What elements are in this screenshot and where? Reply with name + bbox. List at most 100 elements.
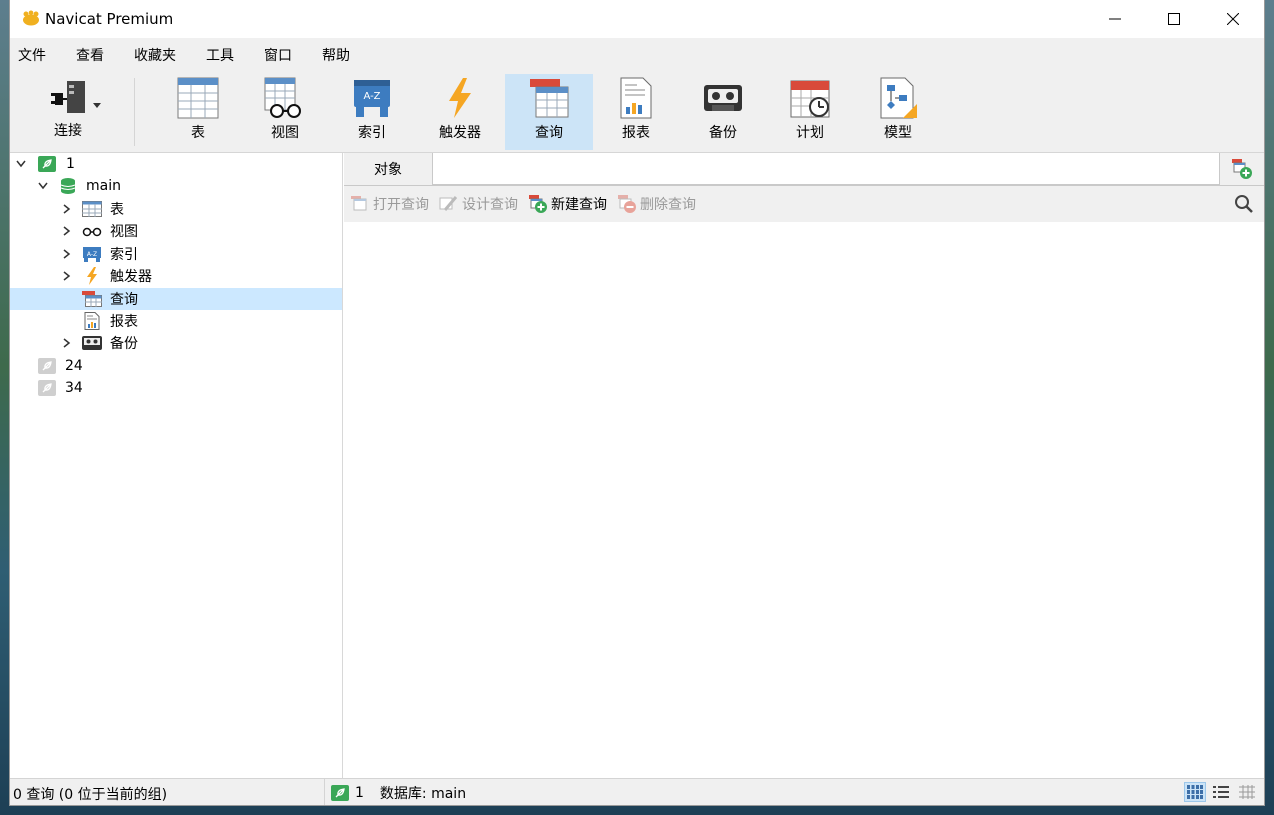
plug-icon — [51, 81, 101, 113]
object-pane: 对象 打开查询 设计查询 新建查询 删除查询 — [344, 153, 1264, 778]
schedule-calendar-icon — [790, 80, 830, 118]
open-query-button[interactable]: 打开查询 — [350, 194, 429, 214]
close-button[interactable] — [1204, 0, 1262, 38]
trigger-lightning-icon — [87, 267, 97, 285]
tree-database-main[interactable]: main — [36, 175, 121, 197]
table-icon — [177, 77, 219, 119]
close-icon — [1227, 13, 1239, 25]
view-glasses-icon — [264, 77, 301, 118]
toolbar-index-button[interactable]: A-Z 索引 — [329, 74, 415, 150]
object-list-area[interactable] — [344, 222, 1264, 778]
minimize-button[interactable] — [1086, 0, 1144, 38]
tree-item-triggers[interactable]: 触发器 — [60, 265, 152, 287]
navigation-pane: 1 main 表 视图 A-Z 索引 触发器 查询 报表 备份 24 34 — [10, 153, 343, 778]
search-button[interactable] — [1234, 194, 1254, 218]
maximize-button[interactable] — [1145, 0, 1203, 38]
menu-file[interactable]: 文件 — [18, 45, 63, 65]
tree-connection-1-label: 1 — [66, 156, 75, 172]
connect-button[interactable]: 连接 — [18, 74, 118, 150]
delete-query-button[interactable]: 删除查询 — [617, 194, 696, 214]
list-view-button[interactable] — [1210, 782, 1232, 802]
delete-query-label: 删除查询 — [640, 197, 696, 213]
delete-query-icon — [618, 195, 636, 213]
chevron-right-icon[interactable] — [60, 224, 74, 238]
navicat-window: Navicat Premium 文件 查看 收藏夹 工具 窗口 帮助 连接 表 … — [10, 0, 1264, 805]
tree-item-label: 表 — [110, 202, 124, 218]
menu-tools[interactable]: 工具 — [206, 45, 251, 65]
window-title: Navicat Premium — [45, 10, 174, 28]
status-bar: 0 查询 (0 位于当前的组) 1 数据库: main — [10, 778, 1264, 805]
toolbar-table-button[interactable]: 表 — [155, 74, 241, 150]
status-connection-name: 1 — [355, 784, 364, 801]
grid-view-button[interactable] — [1184, 782, 1206, 802]
design-query-button[interactable]: 设计查询 — [439, 194, 518, 214]
tree-connection-34[interactable]: 34 — [38, 377, 83, 399]
index-az-icon: A-Z — [354, 80, 390, 117]
tab-bar: 对象 — [344, 153, 1264, 186]
toolbar-trigger-button[interactable]: 触发器 — [417, 74, 503, 150]
status-database: 数据库: main — [379, 785, 467, 802]
chevron-right-icon[interactable] — [60, 247, 74, 261]
connect-label: 连接 — [54, 123, 82, 139]
tree-item-reports[interactable]: 报表 — [82, 310, 138, 332]
tree-item-views[interactable]: 视图 — [60, 220, 138, 242]
object-toolbar: 打开查询 设计查询 新建查询 删除查询 — [344, 186, 1264, 222]
view-glasses-icon — [82, 227, 102, 237]
toolbar-model-label: 模型 — [884, 125, 912, 141]
toolbar-schedule-button[interactable]: 计划 — [767, 74, 853, 150]
minimize-icon — [1109, 18, 1121, 20]
tree-connection-24[interactable]: 24 — [38, 355, 83, 377]
open-query-icon — [351, 196, 367, 211]
menu-view[interactable]: 查看 — [76, 45, 121, 65]
chevron-right-icon[interactable] — [60, 336, 74, 350]
maximize-icon — [1168, 13, 1180, 25]
tree-item-label: 查询 — [110, 292, 138, 308]
detail-view-button[interactable] — [1236, 782, 1258, 802]
toolbar-query-label: 查询 — [535, 125, 563, 141]
chevron-right-icon[interactable] — [60, 269, 74, 283]
design-query-icon — [439, 196, 458, 211]
sqlite-connection-icon — [38, 380, 56, 396]
toolbar-model-button[interactable]: 模型 — [855, 74, 941, 150]
chevron-right-icon[interactable] — [60, 202, 74, 216]
model-diagram-icon — [880, 77, 917, 119]
tree-item-label: 备份 — [110, 336, 138, 352]
menu-favorites[interactable]: 收藏夹 — [134, 45, 193, 65]
menu-bar: 文件 查看 收藏夹 工具 窗口 帮助 — [10, 38, 1264, 72]
grid-view-icon — [1187, 785, 1203, 799]
new-query-label: 新建查询 — [551, 197, 607, 213]
status-connection: 1 数据库: main — [324, 779, 466, 805]
trigger-lightning-icon — [449, 78, 471, 118]
new-tab-button[interactable] — [1219, 153, 1264, 185]
toolbar-index-label: 索引 — [358, 125, 386, 141]
backup-cassette-icon — [704, 85, 742, 111]
toolbar-report-button[interactable]: 报表 — [593, 74, 679, 150]
tree-item-tables[interactable]: 表 — [60, 198, 124, 220]
toolbar-view-button[interactable]: 视图 — [242, 74, 328, 150]
menu-window[interactable]: 窗口 — [264, 45, 309, 65]
tree-item-label: 触发器 — [110, 269, 152, 285]
report-icon — [620, 77, 652, 119]
open-query-label: 打开查询 — [373, 197, 429, 213]
tree-item-backups[interactable]: 备份 — [60, 332, 138, 354]
toolbar-backup-button[interactable]: 备份 — [680, 74, 766, 150]
backup-cassette-icon — [82, 336, 102, 350]
report-icon — [84, 312, 100, 330]
toolbar-separator — [134, 78, 135, 146]
tab-objects[interactable]: 对象 — [344, 153, 433, 185]
chevron-down-icon[interactable] — [36, 179, 50, 193]
database-icon — [60, 178, 76, 194]
query-table-icon — [530, 79, 569, 118]
main-toolbar: 连接 表 视图 A-Z 索引 触发器 查询 报表 备份 计划 模型 — [10, 72, 1264, 153]
toolbar-query-button[interactable]: 查询 — [505, 74, 593, 150]
toolbar-schedule-label: 计划 — [796, 125, 824, 141]
menu-help[interactable]: 帮助 — [322, 45, 367, 65]
toolbar-report-label: 报表 — [622, 125, 650, 141]
new-query-button[interactable]: 新建查询 — [528, 194, 607, 214]
chevron-down-icon[interactable] — [14, 157, 28, 171]
tree-connection-1[interactable]: 1 — [14, 153, 75, 175]
tree-item-indexes[interactable]: A-Z 索引 — [60, 243, 138, 265]
design-query-label: 设计查询 — [462, 197, 518, 213]
index-az-icon: A-Z — [83, 247, 101, 262]
tree-item-queries[interactable]: 查询 — [10, 288, 342, 310]
